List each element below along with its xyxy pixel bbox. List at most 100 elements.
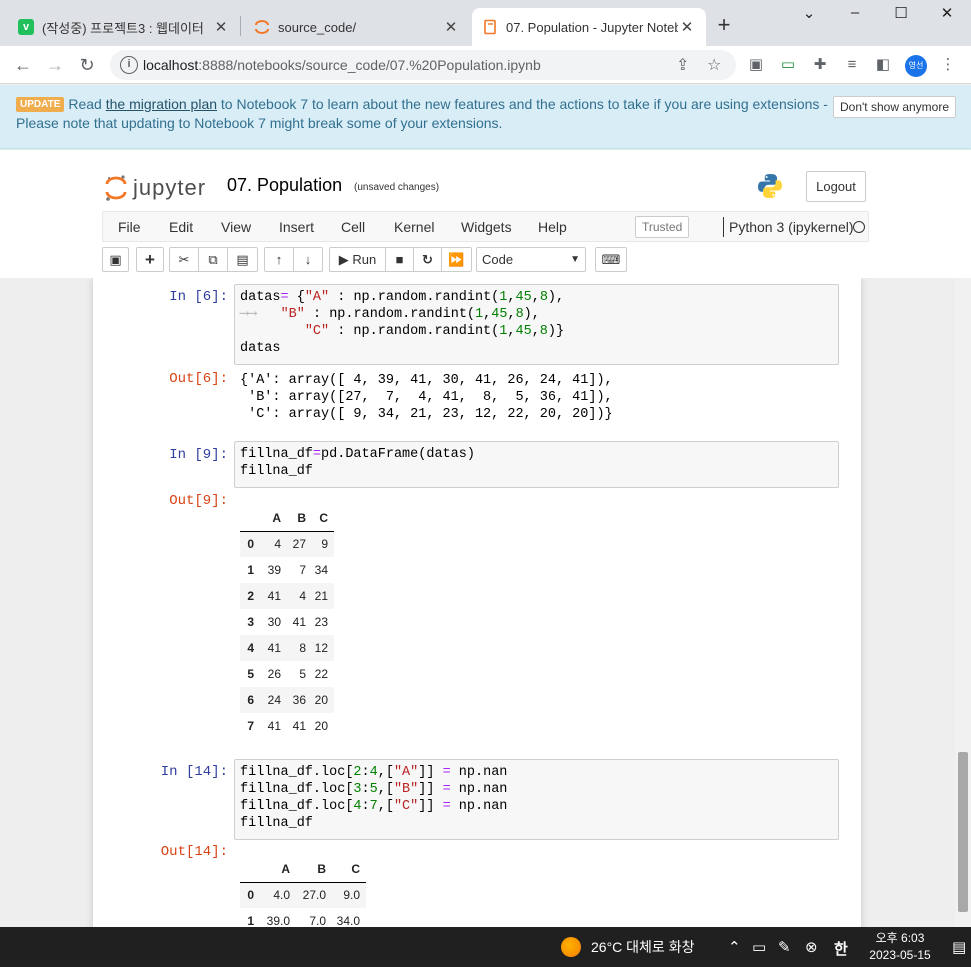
kernel-idle-indicator-icon bbox=[853, 221, 865, 233]
run-label: Run bbox=[352, 252, 377, 267]
trusted-indicator[interactable]: Trusted bbox=[635, 216, 690, 238]
restart-run-all-icon[interactable]: ⏩ bbox=[441, 247, 472, 272]
mute-icon[interactable]: ⊗ bbox=[805, 938, 818, 956]
table-row: 6 24 36 20 bbox=[240, 687, 334, 713]
table-cell: 20 bbox=[314, 719, 328, 733]
command-palette-keyboard-icon[interactable]: ⌨ bbox=[595, 247, 627, 272]
jupyter-favicon-icon bbox=[254, 19, 270, 35]
cut-icon[interactable]: ✂ bbox=[169, 247, 199, 272]
window-close-button[interactable]: ✕ bbox=[924, 4, 970, 22]
forward-arrow-icon[interactable]: → bbox=[42, 52, 68, 78]
new-tab-button[interactable]: + bbox=[713, 12, 735, 38]
table-row: 2 41 4 21 bbox=[240, 583, 334, 609]
table-row: 1 39.0 7.0 34.0 bbox=[240, 908, 366, 927]
ime-indicator[interactable]: 한 bbox=[834, 938, 848, 959]
jupyter-logo-text: jupyter bbox=[133, 175, 207, 200]
more-menu-icon[interactable]: ⋮ bbox=[939, 56, 957, 74]
menu-edit[interactable]: Edit bbox=[169, 219, 193, 235]
browser-tab-1[interactable]: v (작성중) 프로젝트3 : 웹데이터 ✕ bbox=[8, 8, 240, 46]
minimize-button[interactable]: – bbox=[832, 4, 878, 21]
restart-icon[interactable]: ↻ bbox=[413, 247, 442, 272]
page-scrollbar[interactable] bbox=[955, 278, 971, 927]
extension-puzzle-icon-1[interactable]: ▣ bbox=[747, 56, 765, 74]
dataframe-table: A B C 0 4 27 9 1 39 7 34 2 41 4 21 3 30 41 23 4 41 8 12… bbox=[240, 505, 334, 739]
media-playlist-icon[interactable]: ≡ bbox=[843, 56, 861, 74]
code-cell-input[interactable]: fillna_df=pd.DataFrame(datas) fillna_df bbox=[234, 441, 839, 488]
kernel-name[interactable]: Python 3 (ipykernel) bbox=[729, 219, 854, 235]
output-line: {'A': array([ 4, 39, 41, 30, 41, 26, 24,… bbox=[240, 373, 613, 388]
dataframe-table: A B C 0 4.0 27.0 9.0 1 39.0 7.0 34.0 bbox=[240, 856, 366, 927]
bookmark-star-icon[interactable]: ☆ bbox=[707, 55, 721, 75]
extensions-icon[interactable]: ✚ bbox=[811, 56, 829, 74]
menu-help[interactable]: Help bbox=[538, 219, 567, 235]
paste-icon[interactable]: ▤ bbox=[227, 247, 258, 272]
interrupt-stop-icon[interactable]: ■ bbox=[385, 247, 414, 272]
row-index: 5 bbox=[247, 667, 254, 681]
column-header: B bbox=[281, 505, 306, 532]
migration-plan-link[interactable]: the migration plan bbox=[106, 96, 217, 112]
code-cell-input[interactable]: datas= {"A" : np.random.randint(1,45,8),… bbox=[234, 284, 839, 365]
notification-icon[interactable]: ▤ bbox=[952, 938, 966, 956]
back-arrow-icon[interactable]: ← bbox=[10, 52, 36, 78]
dont-show-button[interactable]: Don't show anymore bbox=[833, 96, 957, 118]
system-clock[interactable]: 오후 6:03 2023-05-15 bbox=[864, 930, 936, 964]
side-panel-icon[interactable]: ◧ bbox=[874, 56, 892, 74]
menu-view[interactable]: View bbox=[221, 219, 251, 235]
column-header: C bbox=[306, 505, 334, 532]
reload-icon[interactable]: ↻ bbox=[74, 52, 100, 78]
jupyter-logo[interactable]: jupyter bbox=[105, 173, 206, 203]
notebook-container: In [6]: datas= {"A" : np.random.randint(… bbox=[93, 278, 861, 927]
menu-cell[interactable]: Cell bbox=[341, 219, 365, 235]
table-cell: 27.0 bbox=[302, 888, 326, 903]
row-index: 7 bbox=[247, 719, 254, 733]
row-index: 2 bbox=[247, 589, 254, 603]
url-text[interactable]: localhost:8888/notebooks/source_code/07.… bbox=[143, 57, 541, 73]
browser-tab-2[interactable]: source_code/ ✕ bbox=[244, 8, 470, 46]
network-icon[interactable]: ▭ bbox=[752, 938, 766, 956]
run-button[interactable]: ▶ Run bbox=[329, 247, 386, 272]
cell-type-select[interactable]: Code ▼ bbox=[476, 247, 586, 272]
windows-taskbar: 26°C 대체로 화창 ⌃ ▭ ✎ ⊗ 한 오후 6:03 2023-05-15… bbox=[0, 927, 971, 967]
chevron-up-icon[interactable]: ⌃ bbox=[728, 938, 741, 956]
move-up-icon[interactable]: ↑ bbox=[264, 247, 294, 272]
address-bar[interactable]: i localhost:8888/notebooks/source_code/0… bbox=[110, 50, 736, 80]
table-cell: 7.0 bbox=[309, 914, 326, 927]
code-cell-input[interactable]: fillna_df.loc[2:4,["A"]] = np.nan fillna… bbox=[234, 759, 839, 840]
close-tab-icon[interactable]: ✕ bbox=[212, 18, 230, 36]
menu-kernel[interactable]: Kernel bbox=[394, 219, 434, 235]
notebook-title[interactable]: 07. Population bbox=[227, 175, 342, 196]
tab-search-icon[interactable]: ⌄ bbox=[786, 4, 832, 22]
move-down-icon[interactable]: ↓ bbox=[293, 247, 323, 272]
scrollbar-thumb[interactable] bbox=[958, 752, 968, 912]
clock-date: 2023-05-15 bbox=[869, 948, 931, 962]
table-row: 1 39 7 34 bbox=[240, 557, 334, 583]
table-cell: 12 bbox=[314, 641, 328, 655]
index-header bbox=[240, 856, 258, 883]
extension-screen-icon[interactable]: ▭ bbox=[779, 56, 797, 74]
menu-insert[interactable]: Insert bbox=[279, 219, 314, 235]
profile-avatar[interactable]: 영선 bbox=[905, 55, 927, 77]
site-info-icon[interactable]: i bbox=[120, 56, 138, 74]
weather-text: 26°C 대체로 화창 bbox=[591, 939, 695, 955]
copy-icon[interactable]: ⧉ bbox=[198, 247, 228, 272]
browser-tab-3-active[interactable]: 07. Population - Jupyter Notebook ✕ bbox=[472, 8, 706, 46]
table-cell: 9 bbox=[321, 537, 328, 552]
python-logo-icon bbox=[758, 174, 782, 198]
menu-widgets[interactable]: Widgets bbox=[461, 219, 512, 235]
table-row: 4 41 8 12 bbox=[240, 635, 334, 661]
share-icon[interactable]: ⇪ bbox=[676, 55, 689, 75]
menu-file[interactable]: File bbox=[118, 219, 141, 235]
url-host: localhost bbox=[143, 57, 199, 73]
table-cell: 41 bbox=[292, 719, 306, 733]
save-icon[interactable]: ▣ bbox=[102, 247, 129, 272]
notebook-scroll-area[interactable]: In [6]: datas= {"A" : np.random.randint(… bbox=[0, 278, 971, 927]
table-cell: 23 bbox=[314, 615, 328, 629]
weather-widget[interactable]: 26°C 대체로 화창 bbox=[561, 937, 694, 957]
close-tab-icon[interactable]: ✕ bbox=[678, 18, 696, 36]
cell-type-value: Code bbox=[482, 252, 514, 267]
insert-cell-icon[interactable]: + bbox=[136, 247, 164, 272]
maximize-button[interactable]: ☐ bbox=[878, 4, 924, 22]
pen-icon[interactable]: ✎ bbox=[778, 938, 791, 956]
logout-button[interactable]: Logout bbox=[806, 171, 866, 202]
close-tab-icon[interactable]: ✕ bbox=[442, 18, 460, 36]
